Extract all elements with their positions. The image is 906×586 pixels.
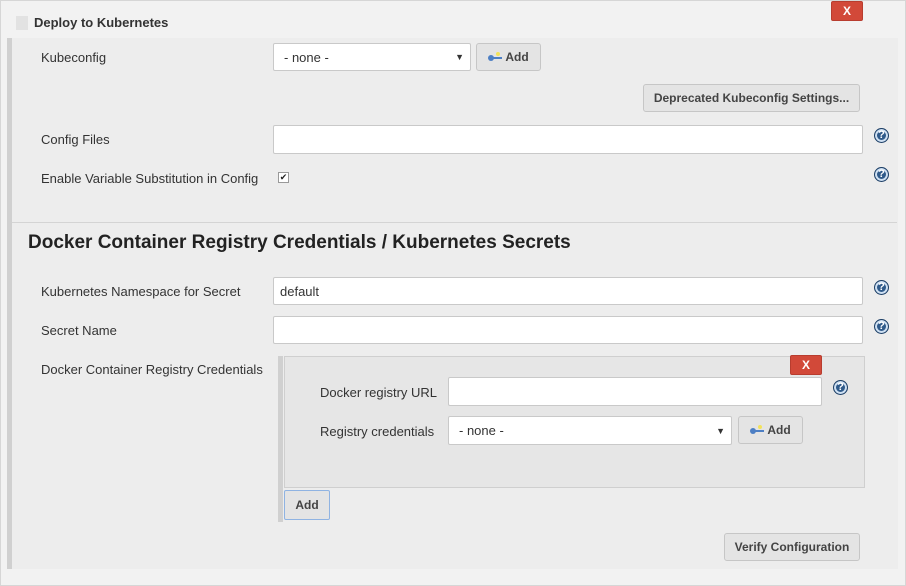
namespace-help-icon[interactable]: ? xyxy=(874,280,889,295)
kubeconfig-select[interactable]: - none - ▼ xyxy=(273,43,471,71)
dropdown-arrow-icon: ▼ xyxy=(455,52,464,62)
kubeconfig-label: Kubeconfig xyxy=(41,50,107,65)
add-label: Add xyxy=(505,50,529,64)
secrets-section-title: Docker Container Registry Credentials / … xyxy=(28,232,571,253)
key-icon xyxy=(488,52,503,61)
docker-registry-url-help-icon[interactable]: ? xyxy=(833,380,848,395)
docker-registry-url-input[interactable] xyxy=(448,377,822,406)
section-divider xyxy=(12,222,897,223)
dropdown-arrow-icon: ▼ xyxy=(716,425,725,436)
registry-credentials-select[interactable]: - none - ▼ xyxy=(448,416,732,445)
secret-name-label: Secret Name xyxy=(41,323,117,338)
kubeconfig-add-button[interactable]: Add xyxy=(476,43,541,71)
deprecated-kubeconfig-settings-button[interactable]: Deprecated Kubeconfig Settings... xyxy=(643,84,860,112)
drag-handle-icon[interactable] xyxy=(16,16,28,30)
secret-name-help-icon[interactable]: ? xyxy=(874,319,889,334)
verify-configuration-button[interactable]: Verify Configuration xyxy=(724,533,860,561)
config-files-help-icon[interactable]: ? xyxy=(874,128,889,143)
panel-title: Deploy to Kubernetes xyxy=(34,15,169,30)
namespace-input[interactable] xyxy=(273,277,863,305)
add-label: Add xyxy=(767,423,791,437)
variable-substitution-label: Enable Variable Substitution in Config xyxy=(41,171,259,186)
repeatable-rail xyxy=(278,356,283,522)
registry-credentials-add-button[interactable]: Add xyxy=(738,416,803,444)
secret-name-input[interactable] xyxy=(273,316,863,344)
delete-step-button[interactable]: X xyxy=(831,1,863,21)
namespace-label: Kubernetes Namespace for Secret xyxy=(41,284,241,299)
variable-substitution-help-icon[interactable]: ? xyxy=(874,167,889,182)
deploy-to-kubernetes-panel: Deploy to Kubernetes X Kubeconfig - none… xyxy=(0,0,906,586)
registry-credentials-selected-value: - none - xyxy=(459,423,504,438)
add-registry-credential-button[interactable]: Add xyxy=(284,490,330,520)
registry-credential-entry: X Docker registry URL ? Registry credent… xyxy=(284,355,865,488)
delete-registry-entry-button[interactable]: X xyxy=(790,355,822,375)
kubeconfig-selected-value: - none - xyxy=(284,49,329,65)
registry-credentials-label: Docker Container Registry Credentials xyxy=(41,362,263,377)
variable-substitution-checkbox[interactable]: ✔ xyxy=(278,172,289,183)
docker-registry-url-label: Docker registry URL xyxy=(320,385,438,400)
panel-body: Kubeconfig - none - ▼ Add Deprecated Kub… xyxy=(7,38,898,569)
config-files-input[interactable] xyxy=(273,125,863,154)
config-files-label: Config Files xyxy=(41,132,110,147)
registry-credentials-select-label: Registry credentials xyxy=(320,424,435,439)
key-icon xyxy=(750,425,765,434)
